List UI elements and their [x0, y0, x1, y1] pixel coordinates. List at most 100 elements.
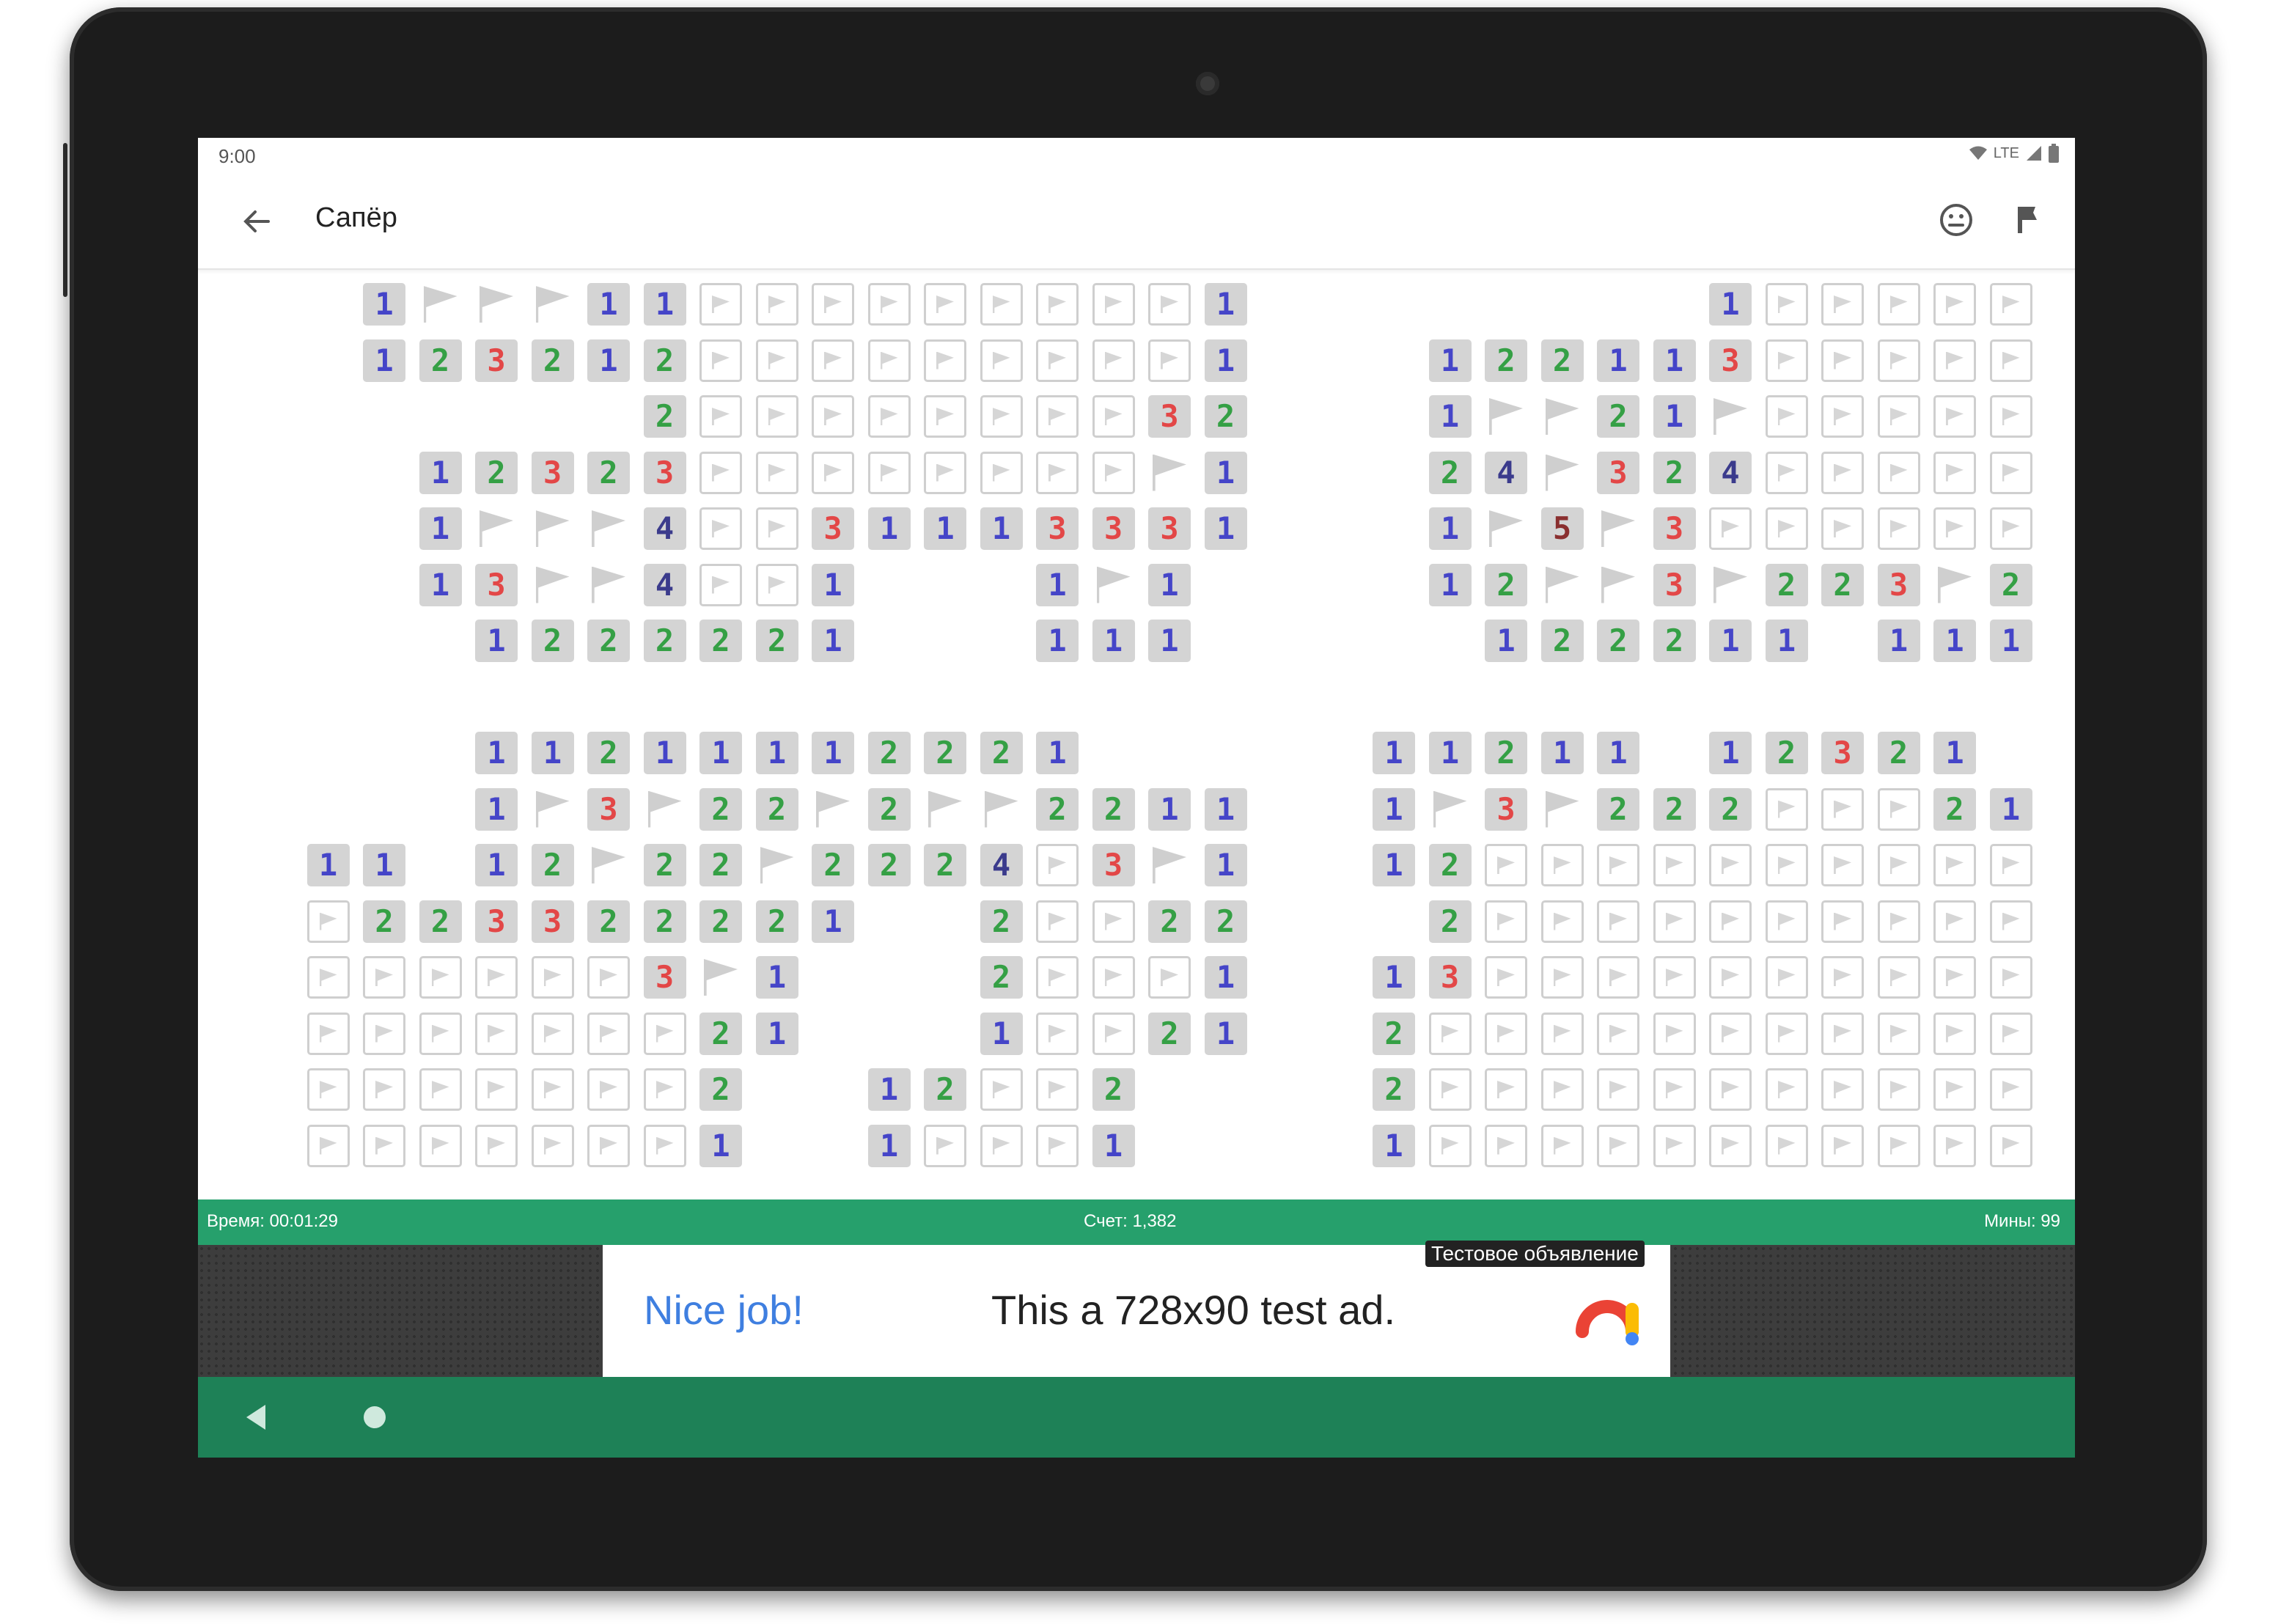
hidden-cell[interactable]	[1092, 395, 1135, 438]
hidden-cell[interactable]	[1877, 956, 1920, 999]
number-cell[interactable]: 1	[867, 1068, 911, 1111]
back-arrow-icon[interactable]	[235, 199, 279, 243]
number-cell[interactable]: 1	[1765, 620, 1808, 662]
number-cell[interactable]: 2	[1540, 339, 1584, 382]
hidden-cell[interactable]	[306, 1068, 350, 1111]
hidden-cell[interactable]	[980, 1124, 1023, 1167]
hidden-cell[interactable]	[1036, 283, 1079, 326]
hidden-cell[interactable]	[475, 1124, 518, 1167]
hidden-cell[interactable]	[1933, 956, 1976, 999]
flagged-cell[interactable]	[532, 564, 574, 606]
hidden-cell[interactable]	[1597, 956, 1639, 999]
number-cell[interactable]: 2	[1204, 900, 1247, 943]
number-cell[interactable]: 3	[1092, 507, 1135, 550]
flagged-cell[interactable]	[1709, 564, 1752, 606]
hidden-cell[interactable]	[1653, 1012, 1696, 1055]
number-cell[interactable]: 1	[1933, 732, 1976, 774]
number-cell[interactable]: 1	[980, 507, 1023, 550]
hidden-cell[interactable]	[1989, 1124, 2032, 1167]
hidden-cell[interactable]	[1597, 1012, 1639, 1055]
number-cell[interactable]: 2	[643, 844, 686, 886]
hidden-cell[interactable]	[1428, 1012, 1472, 1055]
hidden-cell[interactable]	[587, 1068, 630, 1111]
hidden-cell[interactable]	[1765, 1068, 1808, 1111]
number-cell[interactable]: 1	[980, 1012, 1023, 1055]
hidden-cell[interactable]	[1653, 1124, 1696, 1167]
hidden-cell[interactable]	[1092, 283, 1135, 326]
number-cell[interactable]: 2	[475, 451, 518, 494]
hidden-cell[interactable]	[699, 563, 742, 606]
number-cell[interactable]: 1	[812, 900, 854, 943]
number-cell[interactable]: 1	[363, 339, 405, 382]
number-cell[interactable]: 2	[531, 844, 574, 886]
number-cell[interactable]: 1	[1092, 620, 1135, 662]
number-cell[interactable]: 1	[363, 844, 405, 886]
number-cell[interactable]: 1	[699, 1124, 742, 1167]
hidden-cell[interactable]	[1821, 451, 1864, 494]
hidden-cell[interactable]	[755, 451, 798, 494]
number-cell[interactable]: 2	[1036, 787, 1079, 831]
flagged-cell[interactable]	[1597, 564, 1639, 606]
hidden-cell[interactable]	[1597, 1124, 1639, 1167]
hidden-cell[interactable]	[1821, 1068, 1864, 1111]
number-cell[interactable]: 1	[867, 1124, 911, 1167]
hidden-cell[interactable]	[1765, 900, 1808, 943]
hidden-cell[interactable]	[531, 1012, 574, 1055]
flagged-cell[interactable]	[1541, 788, 1584, 831]
hidden-cell[interactable]	[643, 1068, 686, 1111]
hidden-cell[interactable]	[1933, 1068, 1976, 1111]
number-cell[interactable]: 2	[1485, 732, 1527, 774]
flagged-cell[interactable]	[532, 283, 574, 326]
hidden-cell[interactable]	[699, 395, 742, 438]
hidden-cell[interactable]	[980, 339, 1023, 382]
number-cell[interactable]: 2	[980, 732, 1023, 774]
hidden-cell[interactable]	[867, 395, 911, 438]
hidden-cell[interactable]	[531, 1068, 574, 1111]
number-cell[interactable]: 1	[1428, 507, 1472, 550]
number-cell[interactable]: 1	[1092, 1124, 1135, 1167]
flagged-cell[interactable]	[812, 788, 854, 831]
hidden-cell[interactable]	[419, 1012, 462, 1055]
hidden-cell[interactable]	[1036, 451, 1079, 494]
hidden-cell[interactable]	[1821, 956, 1864, 999]
number-cell[interactable]: 4	[1485, 451, 1527, 494]
number-cell[interactable]: 1	[812, 732, 854, 774]
flagged-cell[interactable]	[532, 788, 574, 831]
number-cell[interactable]: 1	[1989, 787, 2032, 831]
number-cell[interactable]: 1	[1204, 844, 1247, 886]
hidden-cell[interactable]	[1765, 395, 1808, 438]
number-cell[interactable]: 2	[980, 900, 1023, 943]
number-cell[interactable]: 2	[587, 451, 630, 494]
hidden-cell[interactable]	[980, 395, 1023, 438]
number-cell[interactable]: 2	[1428, 844, 1472, 886]
number-cell[interactable]: 1	[643, 732, 686, 774]
minefield-board[interactable]: 1111112321211221132321211232312432414311…	[198, 270, 2075, 1199]
number-cell[interactable]: 2	[924, 732, 966, 774]
number-cell[interactable]: 3	[1653, 507, 1696, 550]
nav-back-icon[interactable]	[243, 1403, 268, 1431]
hidden-cell[interactable]	[1709, 1068, 1752, 1111]
number-cell[interactable]: 2	[1653, 620, 1696, 662]
hidden-cell[interactable]	[1765, 956, 1808, 999]
hidden-cell[interactable]	[475, 956, 518, 999]
hidden-cell[interactable]	[812, 395, 854, 438]
hidden-cell[interactable]	[1597, 844, 1639, 886]
hidden-cell[interactable]	[1597, 1068, 1639, 1111]
number-cell[interactable]: 2	[1373, 1068, 1415, 1111]
number-cell[interactable]: 3	[531, 900, 574, 943]
hidden-cell[interactable]	[1092, 339, 1135, 382]
hidden-cell[interactable]	[1989, 283, 2032, 326]
number-cell[interactable]: 2	[587, 900, 630, 943]
hidden-cell[interactable]	[1989, 507, 2032, 550]
number-cell[interactable]: 3	[1485, 787, 1527, 831]
number-cell[interactable]: 1	[699, 732, 742, 774]
hidden-cell[interactable]	[1036, 1012, 1079, 1055]
number-cell[interactable]: 3	[1821, 732, 1864, 774]
hidden-cell[interactable]	[1709, 507, 1752, 550]
number-cell[interactable]: 4	[980, 844, 1023, 886]
number-cell[interactable]: 3	[1877, 563, 1920, 606]
number-cell[interactable]: 3	[1428, 956, 1472, 999]
number-cell[interactable]: 2	[867, 732, 911, 774]
number-cell[interactable]: 3	[1036, 507, 1079, 550]
number-cell[interactable]: 5	[1540, 507, 1584, 550]
